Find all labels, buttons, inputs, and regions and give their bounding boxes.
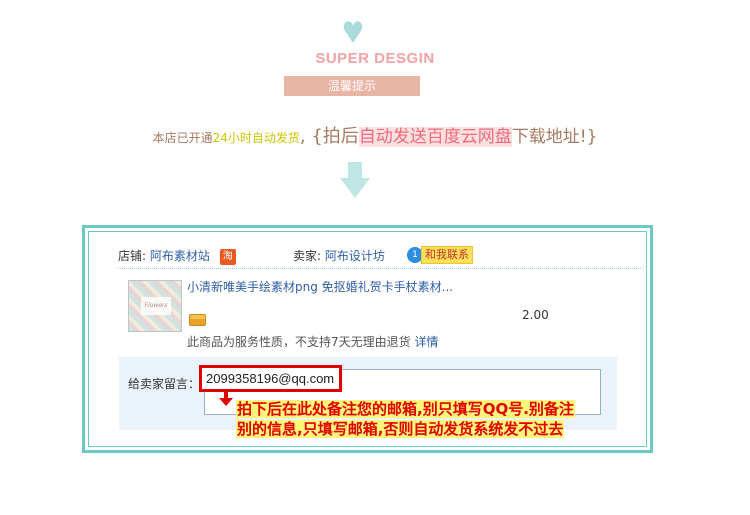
card-icon <box>189 314 206 326</box>
message-label: 给卖家留言： <box>128 377 201 391</box>
product-title-link[interactable]: 小清新唯美手绘素材png 免抠婚礼贺卡手杖素材... <box>187 278 453 295</box>
notice-part-4: 自动发送百度云网盘 <box>358 127 512 147</box>
heart-icon <box>343 21 363 43</box>
down-arrow-icon <box>340 162 370 198</box>
shop-name-link[interactable]: 阿布素材站 <box>150 249 210 263</box>
brand-title: SUPER DESGIN <box>315 50 435 67</box>
product-thumbnail[interactable]: Flowers <box>128 280 182 332</box>
notice-part-3: , {拍后 <box>299 126 359 147</box>
divider <box>118 268 641 269</box>
tip-label: 温馨提示 <box>284 76 420 96</box>
thumbnail-caption: Flowers <box>141 297 171 315</box>
shop-info: 店铺: 阿布素材站 淘 <box>118 247 236 265</box>
service-text: 此商品为服务性质，不支持7天无理由退货 <box>187 335 411 349</box>
seller-info: 卖家: 阿布设计坊 <box>293 247 385 264</box>
service-note: 此商品为服务性质，不支持7天无理由退货 详情 <box>187 333 438 350</box>
warning-line-2: 别的信息,只填写邮箱,否则自动发货系统发不过去 <box>236 420 565 438</box>
warning-line-1: 拍下后在此处备注您的邮箱,别只填写QQ号.别备注 <box>236 400 575 418</box>
email-warning: 拍下后在此处备注您的邮箱,别只填写QQ号.别备注 别的信息,只填写邮箱,否则自动… <box>236 399 575 439</box>
contact-seller-label: 和我联系 <box>421 246 473 264</box>
notice-part-5: 下载地址!} <box>511 127 598 147</box>
shop-label: 店铺: <box>118 249 147 263</box>
product-price: 2.00 <box>522 308 549 322</box>
seller-label: 卖家: <box>293 249 322 263</box>
message-value-highlight[interactable]: 2099358196@qq.com <box>199 365 342 392</box>
seller-name-link[interactable]: 阿布设计坊 <box>325 249 385 263</box>
service-details-link[interactable]: 详情 <box>414 335 438 349</box>
auto-delivery-notice: 本店已开通24小时自动发货, {拍后自动发送百度云网盘下载地址!} <box>0 122 750 148</box>
red-arrow-icon <box>219 392 233 406</box>
notice-part-2: 24小时自动发货 <box>212 131 300 145</box>
notice-part-1: 本店已开通 <box>152 131 213 145</box>
taobao-icon[interactable]: 淘 <box>219 248 236 265</box>
contact-seller-button[interactable]: 1 和我联系 <box>407 246 473 264</box>
